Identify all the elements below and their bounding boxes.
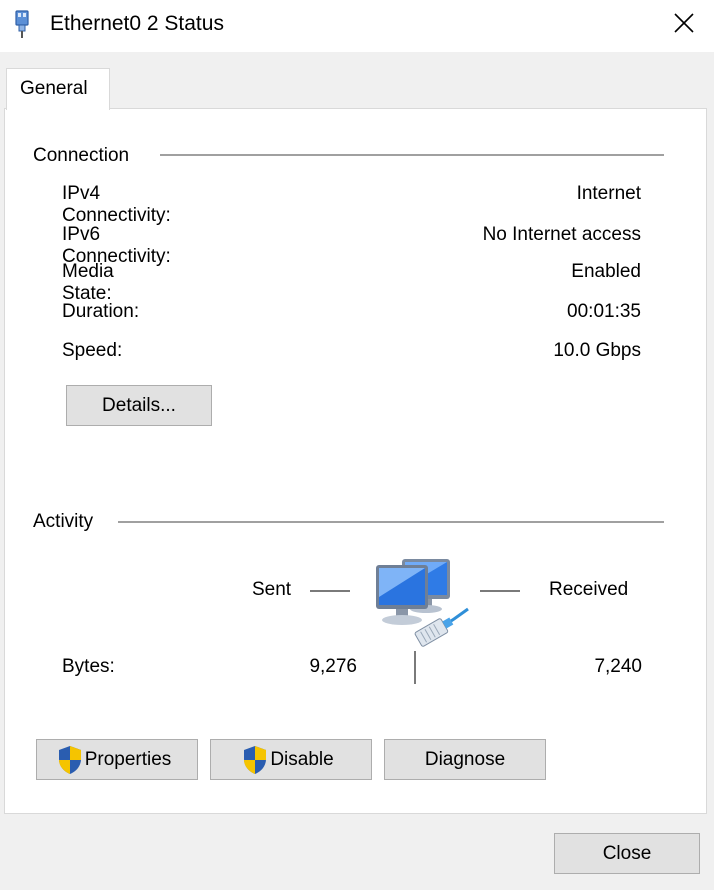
close-button-label: Close	[602, 842, 652, 864]
duration-value: 00:01:35	[567, 301, 641, 322]
sent-dash	[310, 590, 350, 592]
connection-divider	[160, 154, 664, 156]
speed-label: Speed:	[62, 340, 123, 361]
diagnose-button-label: Diagnose	[424, 748, 506, 770]
received-dash	[480, 590, 520, 592]
diagnose-button[interactable]: Diagnose	[384, 739, 546, 780]
bytes-sent-value: 9,276	[309, 656, 357, 677]
ipv6-connectivity-value: No Internet access	[482, 224, 641, 245]
uac-shield-icon	[244, 745, 267, 774]
bytes-received-value: 7,240	[594, 656, 642, 677]
bytes-divider	[414, 651, 416, 684]
connection-group-label: Connection	[33, 145, 130, 166]
sent-label: Sent	[252, 579, 292, 600]
bytes-label: Bytes:	[62, 656, 115, 677]
tab-general-label: General	[20, 78, 88, 99]
activity-group-label: Activity	[33, 511, 94, 532]
details-button-label: Details...	[102, 394, 176, 416]
ipv4-connectivity-value: Internet	[576, 183, 641, 204]
network-computers-icon	[376, 559, 469, 647]
received-label: Received	[549, 579, 629, 600]
disable-button[interactable]: Disable	[210, 739, 372, 780]
network-adapter-icon	[15, 10, 29, 38]
properties-button-label: Properties	[84, 748, 172, 770]
details-button[interactable]: Details...	[66, 385, 212, 426]
close-icon[interactable]	[666, 8, 702, 38]
activity-divider	[118, 521, 664, 523]
duration-label: Duration:	[62, 301, 140, 322]
tab-general[interactable]: General	[6, 68, 110, 110]
media-state-value: Enabled	[571, 261, 641, 282]
disable-button-label: Disable	[270, 748, 334, 770]
speed-value: 10.0 Gbps	[553, 340, 641, 361]
properties-button[interactable]: Properties	[36, 739, 198, 780]
title-bar: Ethernet0 2 Status	[0, 0, 714, 52]
uac-shield-icon	[58, 745, 81, 774]
ipv4-connectivity-label: IPv4 Connectivity:	[62, 183, 171, 226]
window-title: Ethernet0 2 Status	[50, 12, 224, 35]
media-state-label: Media State:	[62, 261, 114, 304]
close-button[interactable]: Close	[554, 833, 700, 874]
